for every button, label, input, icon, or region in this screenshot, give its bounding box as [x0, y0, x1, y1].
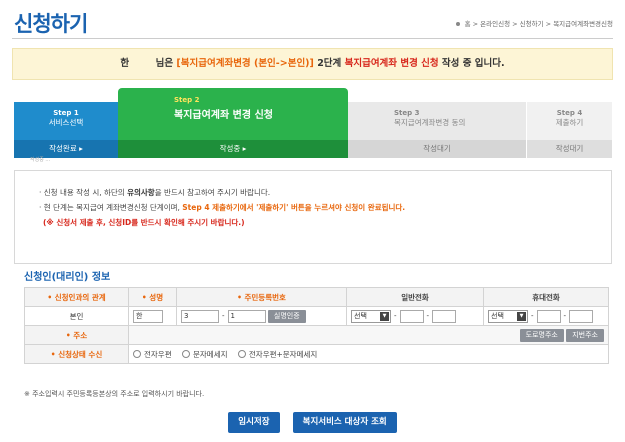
progress-notice: 한 님은 [복지급여계좌변경 (본인->본인)] 2단계 복지급여계좌 변경 신… [12, 48, 613, 80]
chevron-down-icon: ▼ [517, 311, 526, 321]
step-2: Step 2 복지급여계좌 변경 신청 작성중 ▸ [118, 88, 348, 158]
rrn-cell: 3-1 실명인증 [176, 306, 347, 326]
table-row: 본인 한 3-1 실명인증 선택 ▼ - - 선택 ▼ - - [24, 306, 609, 326]
header-relation: • 신청인과의 관계 [24, 287, 129, 307]
notice-user: 한 [120, 58, 130, 69]
email-radio[interactable] [133, 350, 141, 358]
email-sms-radio[interactable] [237, 350, 246, 358]
notice-step: 복지급여계좌 변경 신청 [344, 58, 439, 69]
action-bar: 임시저장 복지서비스 대상자 조회 [0, 409, 625, 433]
mobile-last-input[interactable] [569, 309, 594, 323]
address-footnote: ※ 주소입력시 주민등록등본상의 주소로 입력하시기 바랍니다. [24, 390, 205, 398]
step-2-name: 복지급여계좌 변경 신청 [174, 110, 273, 121]
header-name: • 성명 [128, 287, 177, 307]
breadcrumb-apply[interactable]: 신청하기 [520, 20, 544, 28]
mobile-mid-input[interactable] [536, 309, 561, 323]
step-3-number: Step 3 [394, 109, 420, 117]
name-cell: 한 [128, 306, 177, 326]
status-options-cell: 전자우편 문자메세지 전자우편+문자메세지 [128, 344, 609, 364]
guidance-line-2: · 현 단계는 복지급여 계좌변경신청 단계이며, Step 4 제출하기에서 … [39, 200, 611, 215]
guidance-highlight: Step 4 제출하기에서 '제출하기' 버튼을 누르셔야 신청이 완료됩니다. [182, 203, 406, 212]
phone-mid-input[interactable] [399, 309, 424, 323]
header-phone: 일반전화 [346, 287, 484, 307]
relation-value: 본인 [24, 306, 129, 326]
breadcrumb: 홈 > 온라인신청 > 신청하기 > 복지급여계좌변경신청 [455, 18, 613, 28]
verify-name-button[interactable]: 실명인증 [267, 309, 306, 323]
step-sub-text: 작성중 ... [30, 157, 51, 163]
step-4-state: 작성대기 [527, 140, 612, 158]
address-cell: 도로명주소 지번주소 [128, 325, 609, 345]
guidance-text: · 신청 내용 작성 시, 하단의 [39, 188, 125, 197]
step-1[interactable]: Step 1 서비스선택 작성완료 ▸ [14, 102, 118, 158]
step-2-state: 작성중 ▸ [118, 140, 348, 158]
breadcrumb-current: 복지급여계좌변경신청 [553, 20, 613, 28]
guidance-emphasis: 유의사항 [127, 188, 155, 197]
step-3: Step 3 복지급여계좌변경 동의 작성대기 [348, 102, 526, 158]
home-icon [455, 22, 460, 26]
lot-address-button[interactable]: 지번주소 [566, 328, 604, 342]
road-address-button[interactable]: 도로명주소 [519, 328, 564, 342]
phone-last-input[interactable] [432, 309, 457, 323]
header-address: • 주소 [24, 325, 129, 345]
step-progress: Step 1 서비스선택 작성완료 ▸ Step 2 복지급여계좌 변경 신청 … [14, 88, 612, 158]
step-3-state: 작성대기 [348, 140, 526, 158]
guidance-text-end: 을 반드시 참고하여 주시기 바랍니다. [154, 188, 271, 197]
section-title: 신청인(대리인) 정보 [24, 272, 111, 283]
email-radio-label: 전자우편 [144, 349, 172, 359]
guidance-line-1: · 신청 내용 작성 시, 하단의 유의사항을 반드시 참고하여 주시기 바랍니… [39, 185, 611, 200]
notice-mid: 님은 [155, 58, 174, 69]
applicant-form-table: • 신청인과의 관계 • 성명 • 주민등록번호 일반전화 휴대전화 본인 한 … [24, 287, 609, 364]
page-title: 신청하기 [14, 12, 88, 36]
step-4-number: Step 4 [556, 109, 583, 117]
table-header-row: • 신청인과의 관계 • 성명 • 주민등록번호 일반전화 휴대전화 [24, 287, 609, 307]
guidance-box: · 신청 내용 작성 시, 하단의 유의사항을 반드시 참고하여 주시기 바랍니… [14, 170, 612, 264]
notice-service: [복지급여계좌변경 (본인->본인)] [176, 58, 314, 69]
sms-radio[interactable] [182, 350, 190, 358]
rrn-front-input[interactable]: 3 [181, 309, 219, 323]
breadcrumb-online[interactable]: 온라인신청 [480, 20, 510, 28]
step-2-number: Step 2 [174, 96, 200, 104]
guidance-warning: (※ 신청서 제출 후, 신청ID를 반드시 확인해 주시기 바랍니다.) [43, 218, 245, 227]
phone-prefix-select[interactable]: 선택 ▼ [351, 309, 391, 323]
header-status: • 신청상태 수신 [24, 344, 129, 364]
breadcrumb-home[interactable]: 홈 [465, 20, 471, 28]
step-4: Step 4 제출하기 작성대기 [526, 102, 612, 158]
header-rrn: • 주민등록번호 [176, 287, 347, 307]
mobile-cell: 선택 ▼ - - [483, 306, 609, 326]
address-row: • 주소 도로명주소 지번주소 [24, 325, 609, 345]
header-mobile: 휴대전화 [483, 287, 609, 307]
temp-save-button[interactable]: 임시저장 [228, 412, 280, 433]
notice-post: 작성 중 입니다. [441, 58, 505, 69]
step-3-name: 복지급여계좌변경 동의 [394, 118, 466, 127]
rrn-back-input[interactable]: 1 [227, 309, 266, 323]
email-sms-radio-label: 전자우편+문자메세지 [248, 349, 318, 359]
mobile-prefix-select[interactable]: 선택 ▼ [488, 309, 528, 323]
welfare-lookup-button[interactable]: 복지서비스 대상자 조회 [292, 412, 397, 433]
notice-pre: 2단계 [317, 58, 342, 69]
title-divider [12, 38, 613, 39]
step-4-name: 제출하기 [555, 118, 584, 127]
guidance-text: · 현 단계는 복지급여 계좌변경신청 단계이며, [39, 203, 180, 212]
phone-cell: 선택 ▼ - - [346, 306, 484, 326]
name-input[interactable]: 한 [133, 309, 163, 323]
chevron-down-icon: ▼ [380, 311, 389, 321]
step-1-name: 서비스선택 [48, 118, 84, 127]
sms-radio-label: 문자메세지 [193, 349, 228, 359]
status-row: • 신청상태 수신 전자우편 문자메세지 전자우편+문자메세지 [24, 344, 609, 364]
step-1-number: Step 1 [53, 109, 79, 117]
guidance-line-3: (※ 신청서 제출 후, 신청ID를 반드시 확인해 주시기 바랍니다.) [39, 215, 611, 230]
